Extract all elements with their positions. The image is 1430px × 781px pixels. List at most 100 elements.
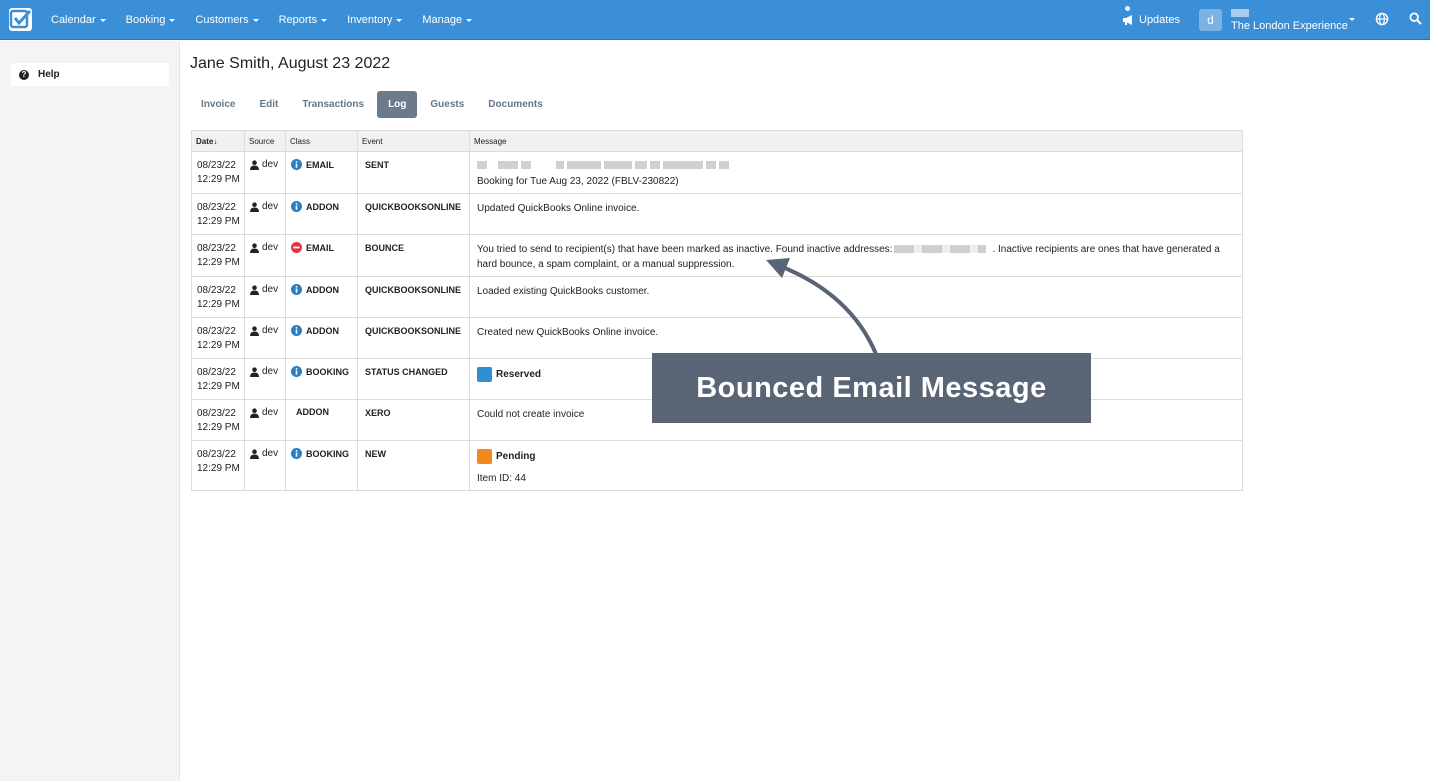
- nav-booking[interactable]: Booking: [119, 0, 183, 40]
- info-icon: [291, 159, 302, 170]
- user-icon: [250, 159, 259, 170]
- info-icon: [291, 366, 302, 377]
- row-date: 08/23/22: [197, 243, 236, 254]
- tab-documents[interactable]: Documents: [477, 91, 553, 118]
- date-header-label: Date: [196, 136, 214, 146]
- row-time: 12:29 PM: [197, 340, 240, 351]
- globe-icon[interactable]: [1375, 12, 1389, 26]
- row-message: Booking for Tue Aug 23, 2022 (FBLV-23082…: [477, 176, 679, 187]
- column-header-source[interactable]: Source: [244, 130, 286, 152]
- megaphone-icon: [1123, 15, 1132, 25]
- row-event: NEW: [365, 449, 386, 459]
- nav-manage[interactable]: Manage: [415, 0, 479, 40]
- row-class: BOOKING: [306, 448, 350, 459]
- tab-transactions[interactable]: Transactions: [291, 91, 375, 118]
- row-time: 12:29 PM: [197, 463, 240, 474]
- caret-down-icon: [252, 18, 259, 22]
- nav-customers[interactable]: Customers: [188, 0, 265, 40]
- caret-down-icon: [321, 18, 328, 22]
- row-message: Updated QuickBooks Online invoice.: [477, 203, 640, 214]
- user-icon: [250, 325, 259, 336]
- redacted-username: [1231, 9, 1249, 17]
- table-row: 08/23/22 12:29 PM dev ADDON QUICKBOOKSONL…: [191, 276, 1243, 318]
- caret-down-icon: [99, 18, 106, 22]
- app-logo-checkbox-icon[interactable]: [9, 8, 32, 31]
- row-class: ADDON: [306, 284, 339, 295]
- caret-down-icon: [396, 18, 403, 22]
- caret-down-icon: [466, 18, 473, 22]
- booking-tabs: Invoice Edit Transactions Log Guests Doc…: [190, 91, 556, 118]
- search-icon[interactable]: [1409, 12, 1422, 25]
- row-time: 12:29 PM: [197, 422, 240, 433]
- log-table: Date↓ Source Class Event Message 08/23/2…: [191, 130, 1243, 491]
- avatar[interactable]: d: [1199, 9, 1222, 31]
- nav-calendar-label: Calendar: [51, 14, 96, 26]
- row-event: QUICKBOOKSONLINE: [365, 202, 462, 212]
- row-time: 12:29 PM: [197, 174, 240, 185]
- row-message: Item ID: 44: [477, 473, 526, 484]
- nav-booking-label: Booking: [125, 14, 166, 26]
- status-color-swatch: [477, 367, 492, 382]
- row-class: EMAIL: [306, 159, 334, 170]
- user-icon: [250, 407, 259, 418]
- row-time: 12:29 PM: [197, 299, 240, 310]
- row-class: ADDON: [306, 201, 339, 212]
- nav-calendar[interactable]: Calendar: [44, 0, 113, 40]
- tab-log[interactable]: Log: [377, 91, 418, 118]
- row-class: BOOKING: [306, 366, 350, 377]
- help-button[interactable]: ? Help: [11, 63, 169, 86]
- question-circle-icon: ?: [19, 69, 29, 80]
- nav-reports[interactable]: Reports: [272, 0, 335, 40]
- row-source: dev: [262, 325, 279, 336]
- status-color-swatch: [477, 449, 492, 464]
- row-source: dev: [262, 242, 279, 253]
- nav-manage-label: Manage: [422, 14, 463, 26]
- row-event: QUICKBOOKSONLINE: [365, 285, 462, 295]
- callout-arrow-icon: [766, 258, 878, 355]
- caret-down-icon: [169, 18, 176, 22]
- row-time: 12:29 PM: [197, 257, 240, 268]
- row-class: EMAIL: [306, 242, 334, 253]
- row-source: dev: [262, 366, 279, 377]
- user-icon: [250, 284, 259, 295]
- tab-guests[interactable]: Guests: [419, 91, 475, 118]
- row-date: 08/23/22: [197, 202, 236, 213]
- row-date: 08/23/22: [197, 367, 236, 378]
- info-icon: [291, 201, 302, 212]
- top-navbar: Calendar Booking Customers Reports Inven…: [0, 0, 1430, 40]
- info-icon: [291, 284, 302, 295]
- callout-label: Bounced Email Message: [652, 353, 1091, 423]
- updates-button[interactable]: Updates: [1122, 0, 1180, 40]
- row-date: 08/23/22: [197, 449, 236, 460]
- redacted-email-address: [894, 245, 987, 254]
- status-badge: Reserved: [477, 367, 541, 382]
- redacted-email-text: [477, 161, 1238, 170]
- user-icon: [250, 242, 259, 253]
- column-header-message[interactable]: Message: [469, 130, 1243, 152]
- tab-invoice[interactable]: Invoice: [190, 91, 246, 118]
- row-source: dev: [262, 448, 279, 459]
- status-label: Reserved: [496, 369, 542, 380]
- table-row: 08/23/22 12:29 PM dev ADDON QUICKBOOKSONL…: [191, 193, 1243, 235]
- column-header-class[interactable]: Class: [285, 130, 358, 152]
- row-date: 08/23/22: [197, 160, 236, 171]
- updates-label: Updates: [1139, 14, 1180, 26]
- column-header-date[interactable]: Date↓: [191, 130, 245, 152]
- row-source: dev: [262, 201, 279, 212]
- row-source: dev: [262, 407, 279, 418]
- notification-dot-icon: [1125, 6, 1130, 11]
- row-date: 08/23/22: [197, 326, 236, 337]
- chevron-down-icon[interactable]: [1349, 18, 1355, 21]
- column-header-event[interactable]: Event: [357, 130, 470, 152]
- row-class: ADDON: [296, 407, 329, 417]
- table-row: 08/23/22 12:29 PM dev EMAIL SENT Booking …: [191, 151, 1243, 194]
- row-event: BOUNCE: [365, 243, 405, 253]
- nav-inventory[interactable]: Inventory: [340, 0, 409, 40]
- row-date: 08/23/22: [197, 408, 236, 419]
- sort-arrow-icon: ↓: [213, 136, 218, 146]
- page-title: Jane Smith, August 23 2022: [190, 55, 391, 72]
- nav-customers-label: Customers: [195, 14, 249, 26]
- row-message-part-a: You tried to send to recipient(s) that h…: [477, 244, 893, 255]
- account-name[interactable]: The London Experience: [1231, 20, 1348, 32]
- tab-edit[interactable]: Edit: [248, 91, 289, 118]
